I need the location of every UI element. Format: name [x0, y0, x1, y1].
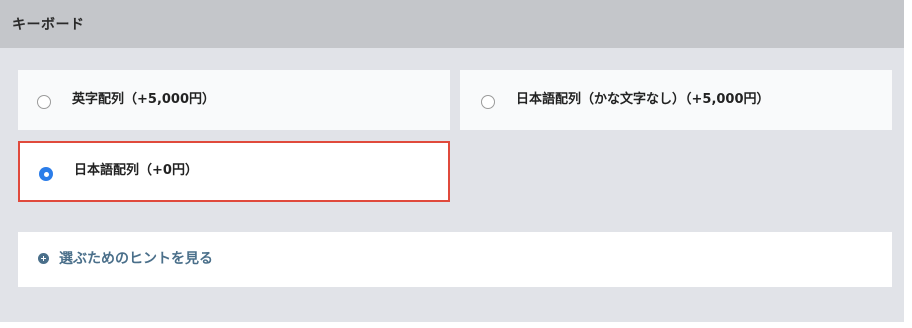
option-english-layout[interactable]: 英字配列（+5,000円） [18, 70, 450, 130]
radio-unchecked-icon[interactable] [37, 95, 51, 109]
plus-circle-icon [38, 253, 49, 264]
radio-unchecked-icon[interactable] [481, 95, 495, 109]
option-label: 英字配列（+5,000円） [72, 91, 216, 107]
option-japanese-layout[interactable]: 日本語配列（+0円） [18, 141, 450, 202]
hint-link[interactable]: 選ぶためのヒントを見る [18, 232, 892, 287]
keyboard-section: キーボード 英字配列（+5,000円） 日本語配列（かな文字なし）（+5,000… [0, 0, 904, 322]
option-label: 日本語配列（かな文字なし）（+5,000円） [516, 91, 770, 107]
hint-label: 選ぶためのヒントを見る [59, 250, 213, 267]
section-header: キーボード [0, 0, 904, 48]
option-japanese-no-kana-layout[interactable]: 日本語配列（かな文字なし）（+5,000円） [460, 70, 892, 130]
section-title: キーボード [12, 17, 85, 33]
option-label: 日本語配列（+0円） [74, 162, 198, 178]
radio-checked-icon[interactable] [39, 167, 53, 181]
